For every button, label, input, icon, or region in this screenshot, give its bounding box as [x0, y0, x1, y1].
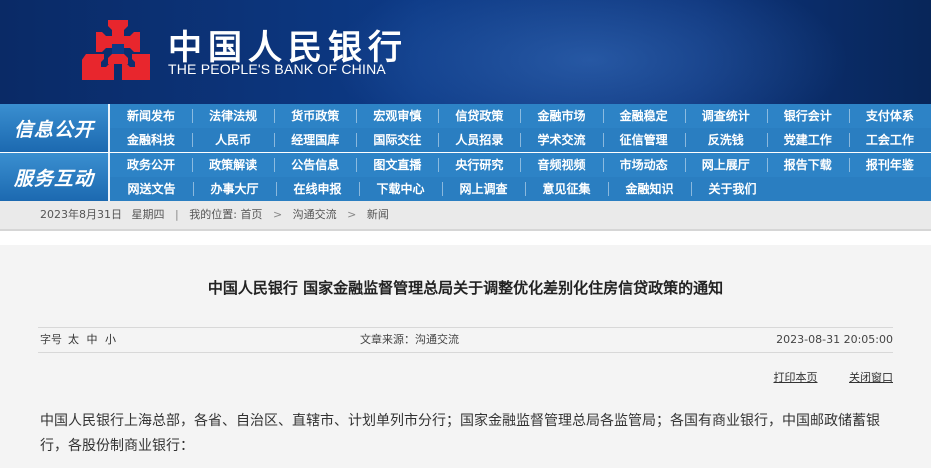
article-actions: 打印本页 关闭窗口	[746, 369, 894, 385]
nav-item[interactable]: 新闻发布	[110, 104, 192, 128]
nav-row: 政务公开 政策解读 公告信息 图文直播 央行研究 音频视频 市场动态 网上展厅 …	[110, 153, 931, 177]
font-size-options: 太 中 小	[68, 329, 120, 351]
font-size-small[interactable]: 小	[105, 333, 116, 346]
nav-item[interactable]: 人民币	[192, 128, 274, 152]
nav-item[interactable]: 关于我们	[691, 177, 774, 201]
nav-item[interactable]: 信贷政策	[438, 104, 520, 128]
location-label: 我的位置:	[189, 208, 237, 221]
breadcrumb-rule	[0, 229, 931, 231]
pboc-logo-icon[interactable]	[82, 18, 154, 84]
nav-item[interactable]: 报刊年鉴	[848, 153, 931, 177]
nav-item[interactable]: 报告下载	[766, 153, 849, 177]
nav-item[interactable]: 在线申报	[276, 177, 359, 201]
print-page-link[interactable]: 打印本页	[774, 371, 818, 384]
nav-item[interactable]: 经理国库	[274, 128, 356, 152]
nav-item[interactable]: 人员招录	[438, 128, 520, 152]
article-title: 中国人民银行 国家金融监督管理总局关于调整优化差别化住房信贷政策的通知	[207, 279, 724, 297]
font-size-medium[interactable]: 中	[87, 333, 98, 346]
nav-item[interactable]: 工会工作	[848, 128, 931, 152]
article-content: 中国人民银行 国家金融监督管理总局关于调整优化差别化住房信贷政策的通知 字号 太…	[0, 245, 931, 468]
current-weekday: 星期四	[131, 208, 165, 221]
font-size-label: 字号	[40, 333, 62, 346]
nav-row: 新闻发布 法律法规 货币政策 宏观审慎 信贷政策 金融市场 金融稳定 调查统计 …	[110, 104, 931, 128]
nav-item[interactable]: 国际交往	[356, 128, 438, 152]
breadcrumb-home-link[interactable]: 首页	[240, 208, 262, 221]
nav-item[interactable]: 法律法规	[192, 104, 274, 128]
breadcrumb-separator: |	[175, 208, 179, 221]
nav-item[interactable]: 党建工作	[766, 128, 849, 152]
nav-item[interactable]: 下载中心	[359, 177, 442, 201]
nav-item[interactable]: 金融市场	[520, 104, 602, 128]
nav-item[interactable]: 市场动态	[602, 153, 685, 177]
nav-item[interactable]: 音频视频	[520, 153, 602, 177]
nav-item[interactable]: 学术交流	[520, 128, 602, 152]
nav-row: 金融科技 人民币 经理国库 国际交往 人员招录 学术交流 征信管理 反洗钱 党建…	[110, 128, 931, 152]
nav-item[interactable]: 网送文告	[110, 177, 193, 201]
nav-section-title-info[interactable]: 信息公开	[0, 104, 108, 152]
nav-item[interactable]: 政务公开	[110, 153, 192, 177]
nav-item[interactable]: 意见征集	[525, 177, 608, 201]
nav-item[interactable]: 金融稳定	[602, 104, 685, 128]
breadcrumb-page-link[interactable]: 新闻	[367, 208, 389, 221]
nav-item[interactable]: 银行会计	[766, 104, 849, 128]
font-size-large[interactable]: 太	[68, 333, 79, 346]
nav-row: 网送文告 办事大厅 在线申报 下载中心 网上调查 意见征集 金融知识 关于我们	[110, 177, 931, 201]
nav-item[interactable]: 宏观审慎	[356, 104, 438, 128]
close-window-link[interactable]: 关闭窗口	[849, 371, 893, 384]
main-nav: 信息公开 新闻发布 法律法规 货币政策 宏观审慎 信贷政策 金融市场 金融稳定 …	[0, 104, 931, 201]
article-timestamp: 2023-08-31 20:05:00	[776, 333, 893, 346]
nav-item[interactable]: 网上展厅	[684, 153, 767, 177]
article-meta: 字号 太 中 小 文章来源：沟通交流 2023-08-31 20:05:00	[38, 329, 893, 351]
article-source: 文章来源：沟通交流	[360, 333, 459, 346]
nav-item[interactable]: 金融科技	[110, 128, 192, 152]
nav-section-info: 信息公开 新闻发布 法律法规 货币政策 宏观审慎 信贷政策 金融市场 金融稳定 …	[0, 104, 931, 152]
bank-name-en: THE PEOPLE'S BANK OF CHINA	[168, 61, 386, 77]
header-glow	[330, 0, 850, 104]
site-header: 中国人民银行 THE PEOPLE'S BANK OF CHINA	[0, 0, 931, 104]
breadcrumb-separator: >	[272, 208, 283, 221]
nav-item[interactable]: 货币政策	[274, 104, 356, 128]
nav-item[interactable]: 征信管理	[602, 128, 685, 152]
nav-item[interactable]: 央行研究	[438, 153, 520, 177]
nav-item[interactable]: 调查统计	[684, 104, 767, 128]
current-date: 2023年8月31日	[40, 208, 122, 221]
nav-section-service: 服务互动 政务公开 政策解读 公告信息 图文直播 央行研究 音频视频 市场动态 …	[0, 153, 931, 201]
meta-bottom-rule	[38, 352, 893, 353]
breadcrumb: 2023年8月31日 星期四 | 我的位置: 首页 > 沟通交流 > 新闻	[0, 201, 931, 229]
meta-top-rule	[38, 327, 893, 328]
nav-item[interactable]: 网上调查	[442, 177, 525, 201]
nav-item[interactable]: 办事大厅	[193, 177, 276, 201]
nav-item[interactable]: 图文直播	[356, 153, 438, 177]
nav-item[interactable]: 金融知识	[608, 177, 691, 201]
breadcrumb-separator: >	[347, 208, 357, 221]
nav-item[interactable]: 支付体系	[848, 104, 931, 128]
nav-section-title-service[interactable]: 服务互动	[0, 153, 108, 201]
breadcrumb-section-link[interactable]: 沟通交流	[293, 208, 337, 221]
article-body: 中国人民银行上海总部，各省、自治区、直辖市、计划单列市分行；国家金融监督管理总局…	[40, 413, 880, 454]
nav-item[interactable]: 公告信息	[274, 153, 356, 177]
nav-item[interactable]: 反洗钱	[684, 128, 767, 152]
nav-item[interactable]: 政策解读	[192, 153, 274, 177]
